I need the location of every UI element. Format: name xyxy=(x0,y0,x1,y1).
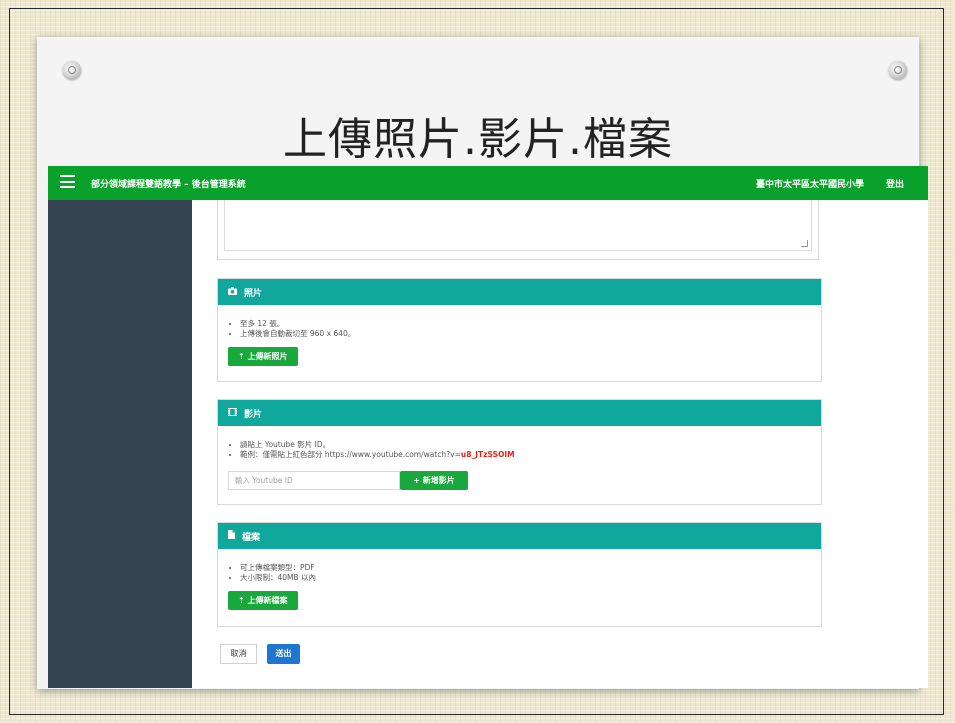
files-panel-body: 可上傳檔案類型：PDF 大小限制：40MB 以內 ⇡ 上傳新檔案 xyxy=(218,549,821,610)
top-nav-bar: 部分領域課程雙語教學 – 後台管理系統 臺中市太平區太平國民小學 登出 xyxy=(48,166,928,200)
app-title: 部分領域課程雙語教學 – 後台管理系統 xyxy=(91,180,246,190)
youtube-id-input[interactable]: 輸入 Youtube ID xyxy=(228,471,400,490)
videos-panel-body: 請貼上 Youtube 影片 ID。 範例：僅需貼上紅色部分 https://w… xyxy=(218,426,821,520)
files-heading: 檔案 xyxy=(242,532,261,543)
cancel-button[interactable]: 取消 xyxy=(220,644,257,664)
photos-panel: 照片 至多 12 張。 上傳後會自動裁切至 960 x 640。 ⇡ 上傳新照片 xyxy=(217,278,822,382)
example-url: 範例：僅需貼上紅色部分 https://www.youtube.com/watc… xyxy=(240,450,461,459)
upload-file-label: 上傳新檔案 xyxy=(247,596,288,605)
files-panel-header: 檔案 xyxy=(218,523,821,549)
example-id-highlight: u8_JTzSSOIM xyxy=(460,450,515,459)
upload-icon: ⇡ xyxy=(238,352,245,361)
files-note: 大小限制：40MB 以內 xyxy=(240,573,821,583)
description-textarea[interactable] xyxy=(217,200,819,260)
textarea-box[interactable] xyxy=(224,200,812,251)
resize-handle-icon[interactable] xyxy=(801,240,808,247)
videos-note-example: 範例：僅需貼上紅色部分 https://www.youtube.com/watc… xyxy=(240,450,821,460)
photos-note: 至多 12 張。 xyxy=(240,319,821,329)
files-notes: 可上傳檔案類型：PDF 大小限制：40MB 以內 xyxy=(228,563,821,583)
file-icon xyxy=(228,530,235,542)
files-panel: 檔案 可上傳檔案類型：PDF 大小限制：40MB 以內 ⇡ 上傳新檔案 xyxy=(217,522,822,627)
videos-panel: 影片 請貼上 Youtube 影片 ID。 範例：僅需貼上紅色部分 https:… xyxy=(217,399,822,505)
pin-icon xyxy=(889,61,907,79)
add-video-button[interactable]: + 新增影片 xyxy=(400,471,468,490)
camera-icon xyxy=(228,286,237,298)
sidebar xyxy=(48,200,192,688)
videos-heading: 影片 xyxy=(244,409,263,420)
slide-title: 上傳照片.影片.檔案 xyxy=(283,114,673,165)
files-note: 可上傳檔案類型：PDF xyxy=(240,563,821,573)
school-name: 臺中市太平區太平國民小學 xyxy=(756,180,865,190)
videos-panel-header: 影片 xyxy=(218,400,821,426)
photos-heading: 照片 xyxy=(244,288,263,299)
add-video-label: 新增影片 xyxy=(422,476,455,485)
pin-icon xyxy=(63,61,81,79)
photos-panel-body: 至多 12 張。 上傳後會自動裁切至 960 x 640。 ⇡ 上傳新照片 xyxy=(218,305,821,366)
upload-photo-button[interactable]: ⇡ 上傳新照片 xyxy=(228,347,298,366)
logout-link[interactable]: 登出 xyxy=(886,177,904,190)
upload-icon: ⇡ xyxy=(238,596,245,605)
upload-file-button[interactable]: ⇡ 上傳新檔案 xyxy=(228,591,298,610)
photos-notes: 至多 12 張。 上傳後會自動裁切至 960 x 640。 xyxy=(228,319,821,339)
plus-icon: + xyxy=(413,476,420,485)
photos-panel-header: 照片 xyxy=(218,279,821,305)
videos-note: 請貼上 Youtube 影片 ID。 xyxy=(240,440,821,450)
submit-button[interactable]: 送出 xyxy=(267,644,300,664)
hamburger-icon[interactable] xyxy=(60,175,75,188)
videos-notes: 請貼上 Youtube 影片 ID。 範例：僅需貼上紅色部分 https://w… xyxy=(228,440,821,460)
film-icon xyxy=(228,407,237,419)
admin-screenshot: 部分領域課程雙語教學 – 後台管理系統 臺中市太平區太平國民小學 登出 照片 至… xyxy=(48,166,928,688)
photos-note: 上傳後會自動裁切至 960 x 640。 xyxy=(240,329,821,339)
upload-photo-label: 上傳新照片 xyxy=(247,352,288,361)
